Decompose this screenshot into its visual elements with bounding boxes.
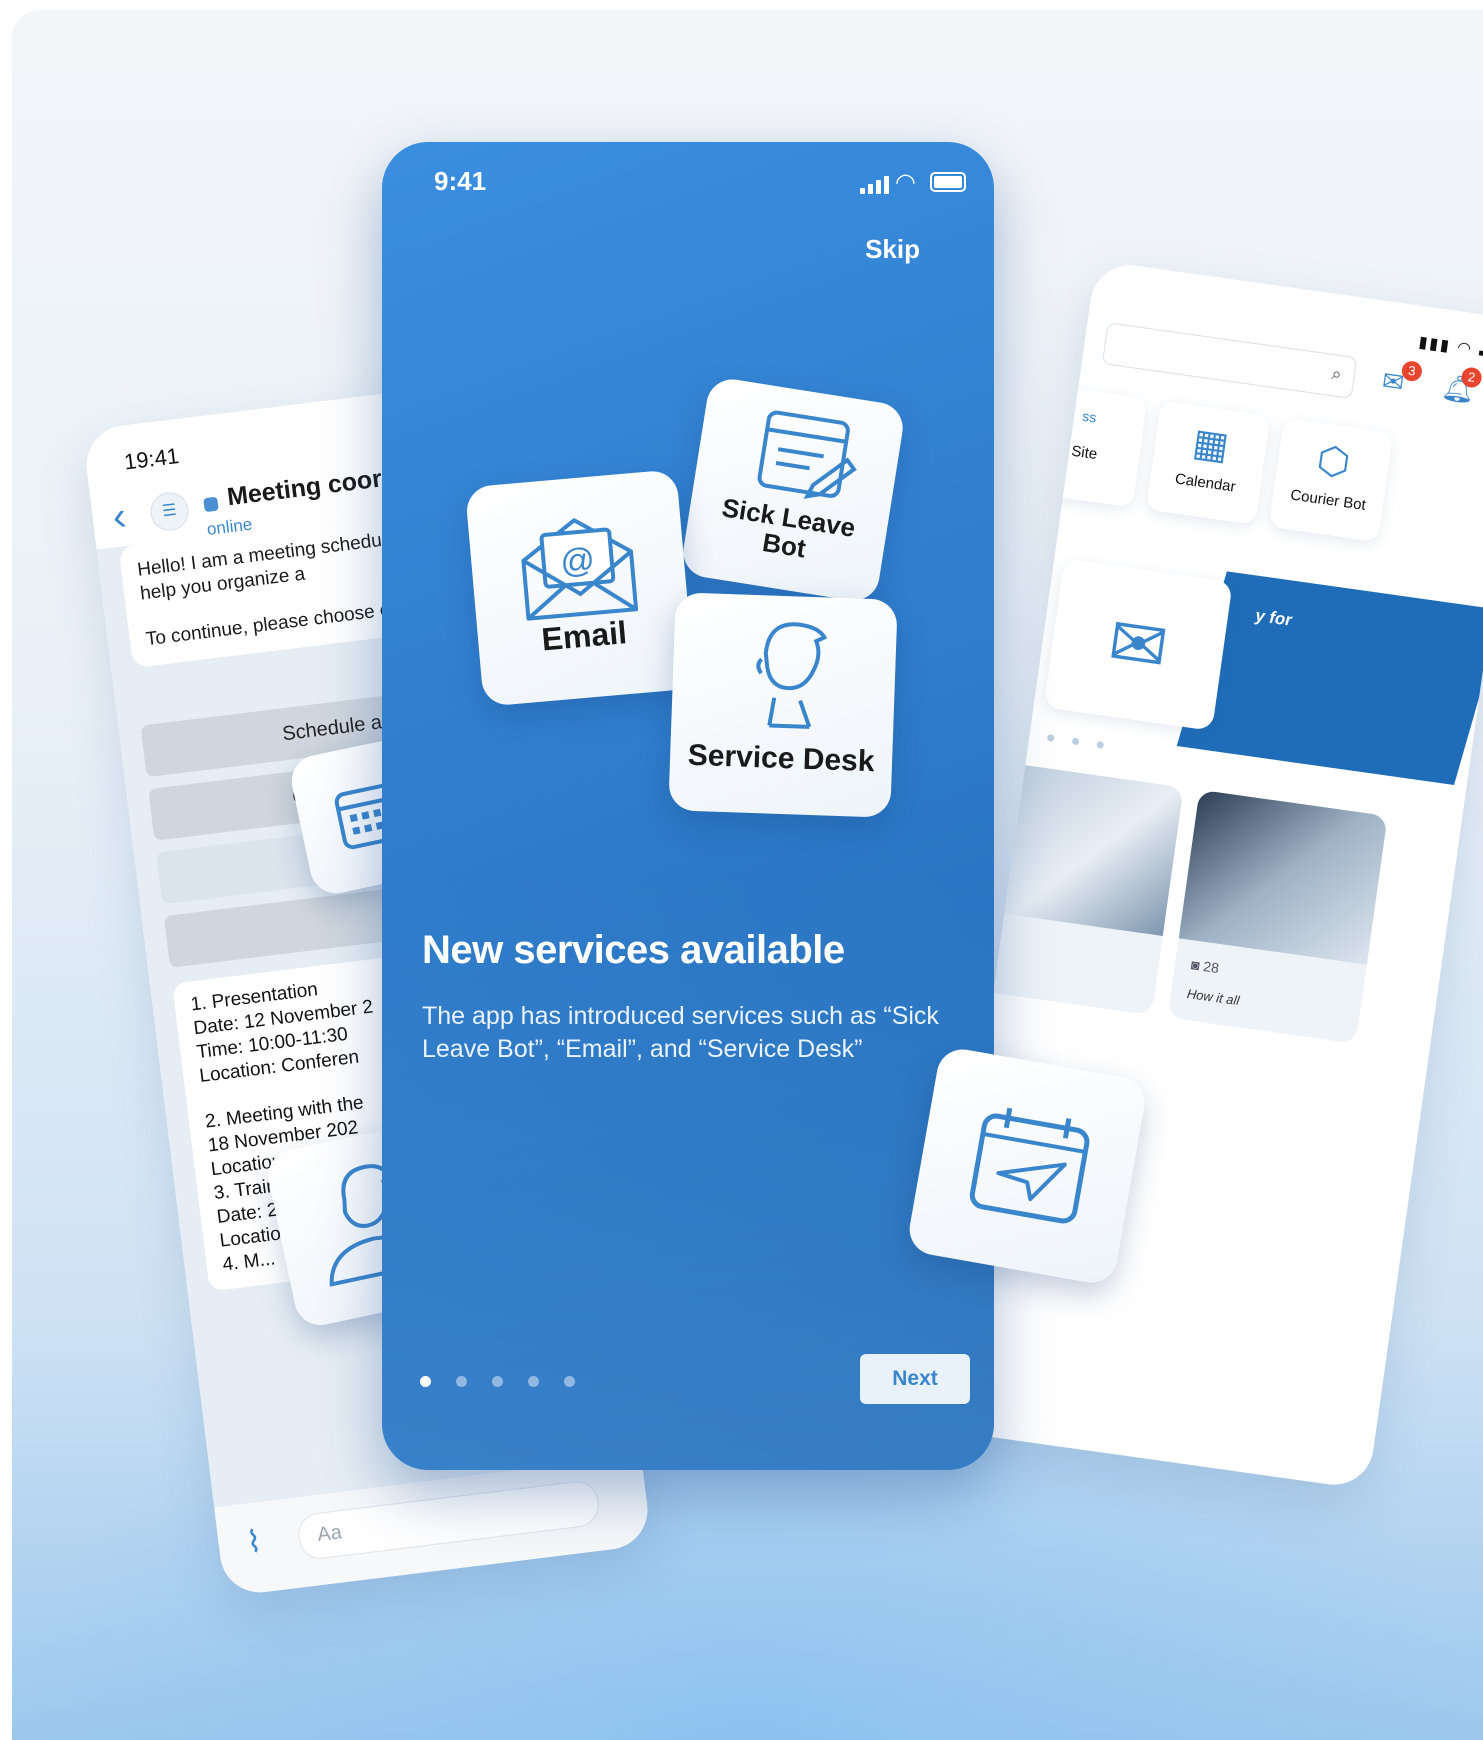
status-time: 19:41 — [122, 443, 181, 475]
mail-badge: 3 — [1400, 359, 1424, 383]
checklist-avatar-icon: ☰ — [148, 490, 191, 533]
page-dot-active[interactable] — [420, 1376, 431, 1387]
message-placeholder: Aa — [316, 1521, 343, 1547]
search-icon: ⌕ — [1330, 363, 1344, 385]
card-label: Service Desk — [687, 738, 876, 779]
wifi-icon: ◠ — [895, 169, 916, 196]
support-agent-icon — [756, 622, 828, 729]
calendar-send-icon — [969, 1107, 1090, 1224]
next-button[interactable]: Next — [860, 1354, 970, 1404]
tile-site[interactable]: ss Site — [1023, 383, 1148, 508]
signal-icon — [860, 176, 890, 194]
tile-label: Site — [1070, 442, 1099, 464]
tile-courier-bot[interactable]: ⬡ Courier Bot — [1268, 417, 1394, 543]
onboarding-heading: New services available — [422, 928, 845, 972]
news-card[interactable]: ◙ 28 How it all — [1167, 789, 1388, 1044]
status-icons: ▮▮▮ ◠ ▬ — [1417, 333, 1483, 362]
page-indicator — [420, 1374, 600, 1388]
banner-text: y for — [1252, 606, 1295, 630]
tile-partial-label: ss — [1081, 407, 1098, 426]
battery-icon — [930, 172, 966, 192]
skip-button[interactable]: Skip — [865, 234, 920, 265]
paperclip-icon[interactable]: ⌇ — [245, 1524, 264, 1561]
page-dot[interactable] — [564, 1376, 575, 1387]
search-input[interactable]: ⌕ — [1101, 322, 1358, 399]
news-photo — [974, 760, 1184, 936]
svg-text:@: @ — [559, 541, 597, 582]
bot-icon — [203, 496, 219, 513]
bell-icon[interactable]: 🔔︎ 2 — [1440, 366, 1483, 407]
background-canvas: 19:41 ‹ ☰ Meeting coordin online Hello! … — [12, 10, 1483, 1740]
calendar-icon: ▦ — [1189, 421, 1232, 469]
page-dot[interactable] — [456, 1376, 467, 1387]
photo-count-value: 28 — [1202, 957, 1220, 976]
message-input[interactable]: Aa — [295, 1478, 602, 1562]
service-desk-card: Service Desk — [668, 592, 898, 818]
back-chevron-icon[interactable]: ‹ — [110, 494, 129, 539]
news-title: How it all — [1186, 985, 1241, 1009]
bell-badge: 2 — [1460, 366, 1483, 389]
email-envelope-icon: ✉ — [1043, 558, 1233, 731]
email-card: @ Email — [464, 469, 696, 707]
page-dot[interactable] — [492, 1376, 503, 1387]
mail-icon[interactable]: ✉ 3 — [1380, 359, 1424, 399]
schedule-send-card — [905, 1045, 1149, 1287]
onboarding-description: The app has introduced services such as … — [422, 1002, 939, 1063]
news-card[interactable] — [963, 760, 1184, 1016]
photo-count: ◙ 28 — [1190, 956, 1220, 976]
box-icon: ⬡ — [1314, 438, 1353, 486]
sick-leave-card: Sick Leave Bot — [679, 375, 907, 605]
news-photo — [1178, 789, 1388, 965]
page-dot[interactable] — [528, 1376, 539, 1387]
status-time: 9:41 — [434, 166, 487, 196]
tile-calendar[interactable]: ▦ Calendar — [1146, 400, 1271, 525]
